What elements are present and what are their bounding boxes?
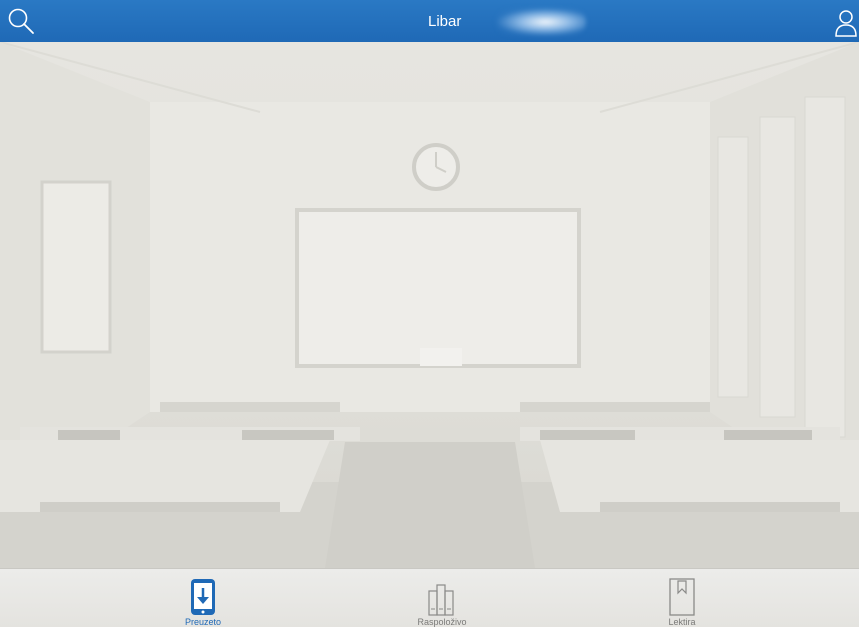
bottom-tab-bar: Preuzeto Raspoloživo Lektira [0,568,859,627]
books-icon [428,584,454,616]
top-bar: Libar [0,0,859,42]
phone-download-icon [191,579,215,615]
app-title: Libar [428,13,462,30]
bookmark-book-icon [669,578,695,616]
blurred-account-badge [496,8,586,36]
tab-preuzeto-label: Preuzeto [184,617,222,627]
search-icon[interactable] [6,6,36,36]
tab-raspolozivo[interactable]: Raspoloživo [382,569,502,627]
classroom-illustration [0,42,859,568]
tab-preuzeto[interactable]: Preuzeto [143,569,263,627]
tab-raspolozivo-label: Raspoloživo [417,617,467,627]
user-icon[interactable] [832,8,858,38]
tab-lektira-label: Lektira [668,617,696,627]
app-screen: Libar Preuzeto Raspoloživo Lektira [0,0,859,627]
tab-lektira[interactable]: Lektira [622,569,742,627]
classroom-background-image [0,42,859,568]
